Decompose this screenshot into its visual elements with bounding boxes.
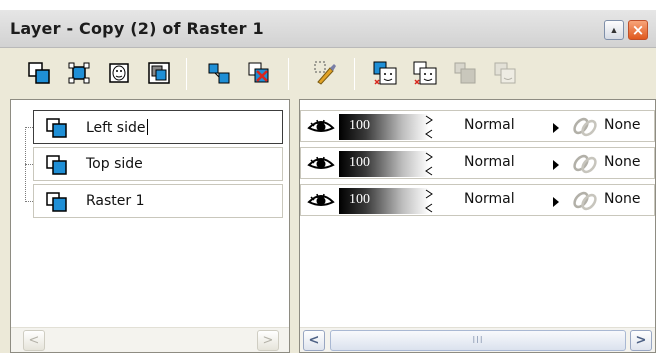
link-mask-icon — [454, 62, 476, 84]
raster-layer-icon — [46, 118, 67, 138]
tree-connector — [25, 164, 33, 165]
mask-overlay-icon — [413, 61, 437, 85]
link-mask-button[interactable] — [452, 60, 478, 86]
scroll-right-button[interactable]: > — [257, 330, 279, 351]
visibility-eye-icon[interactable] — [307, 192, 335, 210]
link-chain-icon[interactable] — [569, 117, 599, 137]
link-set-label: None — [604, 191, 641, 207]
link-set-label: None — [604, 154, 641, 170]
window-title: Layer - Copy (2) of Raster 1 — [10, 19, 264, 38]
visibility-eye-icon[interactable] — [307, 155, 335, 173]
toolbar-separator — [288, 58, 289, 90]
restore-icon: ▲ — [609, 24, 619, 35]
mask-overlay-button[interactable] — [412, 60, 438, 86]
show-mask-icon — [373, 61, 397, 85]
mask-properties-icon — [494, 62, 516, 84]
layer-properties-pane: 100 Normal None 100 Normal None 100 Norm… — [299, 99, 656, 353]
blend-mode-dropdown-arrow-icon[interactable] — [553, 123, 559, 133]
layer-properties-row: 100 Normal None — [300, 184, 655, 216]
toolbar-separator — [354, 58, 355, 90]
opacity-spinner-icon[interactable] — [424, 188, 434, 214]
duplicate-layer-icon — [208, 63, 230, 84]
new-vector-layer-button[interactable] — [66, 60, 92, 86]
layer-row-left-side[interactable]: Left side — [33, 110, 283, 144]
duplicate-layer-button[interactable] — [206, 60, 232, 86]
new-raster-layer-icon — [28, 62, 50, 84]
link-set-label: None — [604, 117, 641, 133]
raster-layer-icon — [46, 192, 67, 212]
blend-mode-value[interactable]: Normal — [464, 154, 515, 170]
right-horizontal-scrollbar[interactable]: < III > — [300, 327, 655, 352]
layer-name: Left side — [86, 120, 146, 136]
scroll-left-button[interactable]: < — [23, 330, 45, 351]
opacity-value: 100 — [349, 118, 370, 133]
opacity-spinner-icon[interactable] — [424, 114, 434, 140]
layer-properties-row: 100 Normal None — [300, 147, 655, 179]
layer-name-field[interactable]: Top side — [33, 147, 283, 181]
new-vector-layer-icon — [68, 62, 90, 84]
title-bar[interactable]: Layer - Copy (2) of Raster 1 ▲ × — [0, 10, 656, 48]
close-icon: × — [631, 20, 645, 39]
blend-mode-dropdown-arrow-icon[interactable] — [553, 197, 559, 207]
layer-palette: Layer - Copy (2) of Raster 1 ▲ × Left si… — [0, 10, 656, 353]
tree-connector — [25, 201, 33, 202]
new-mask-layer-icon — [109, 63, 129, 83]
show-mask-button[interactable] — [372, 60, 398, 86]
layer-name: Raster 1 — [86, 193, 145, 209]
layer-name-field[interactable]: Raster 1 — [33, 184, 283, 218]
layer-row-top-side[interactable]: Top side — [33, 147, 283, 181]
new-mask-layer-button[interactable] — [106, 60, 132, 86]
blend-mode-value[interactable]: Normal — [464, 191, 515, 207]
restore-button[interactable]: ▲ — [604, 20, 624, 40]
scroll-left-button[interactable]: < — [303, 330, 325, 351]
layer-properties-row: 100 Normal None — [300, 110, 655, 142]
delete-layer-icon — [248, 62, 269, 83]
left-horizontal-scrollbar[interactable]: < > — [11, 327, 289, 352]
raster-layer-icon — [46, 155, 67, 175]
opacity-slider[interactable]: 100 — [339, 114, 429, 140]
blend-mode-value[interactable]: Normal — [464, 117, 515, 133]
layer-name: Top side — [86, 156, 143, 172]
layer-toolbar — [0, 48, 656, 99]
visibility-eye-icon[interactable] — [307, 118, 335, 136]
new-layer-group-button[interactable] — [146, 60, 172, 86]
scroll-right-button[interactable]: > — [630, 330, 652, 351]
blend-mode-dropdown-arrow-icon[interactable] — [553, 160, 559, 170]
close-button[interactable]: × — [628, 20, 648, 40]
opacity-value: 100 — [349, 155, 370, 170]
edit-selection-icon — [314, 61, 336, 85]
edit-selection-button[interactable] — [312, 60, 338, 86]
new-raster-layer-button[interactable] — [26, 60, 52, 86]
opacity-value: 100 — [349, 192, 370, 207]
text-cursor — [147, 119, 149, 135]
delete-layer-button[interactable] — [246, 60, 272, 86]
link-chain-icon[interactable] — [569, 191, 599, 211]
tree-connector — [25, 127, 33, 128]
opacity-slider[interactable]: 100 — [339, 151, 429, 177]
scrollbar-thumb[interactable]: III — [330, 330, 626, 351]
new-layer-group-icon — [148, 62, 170, 84]
layer-name-field[interactable]: Left side — [33, 110, 283, 144]
opacity-slider[interactable]: 100 — [339, 188, 429, 214]
mask-properties-button[interactable] — [492, 60, 518, 86]
link-chain-icon[interactable] — [569, 154, 599, 174]
opacity-spinner-icon[interactable] — [424, 151, 434, 177]
toolbar-separator — [186, 58, 187, 90]
layer-row-raster-1[interactable]: Raster 1 — [33, 184, 283, 218]
layer-tree-pane: Left side Top side Raster 1 < > — [10, 99, 290, 353]
